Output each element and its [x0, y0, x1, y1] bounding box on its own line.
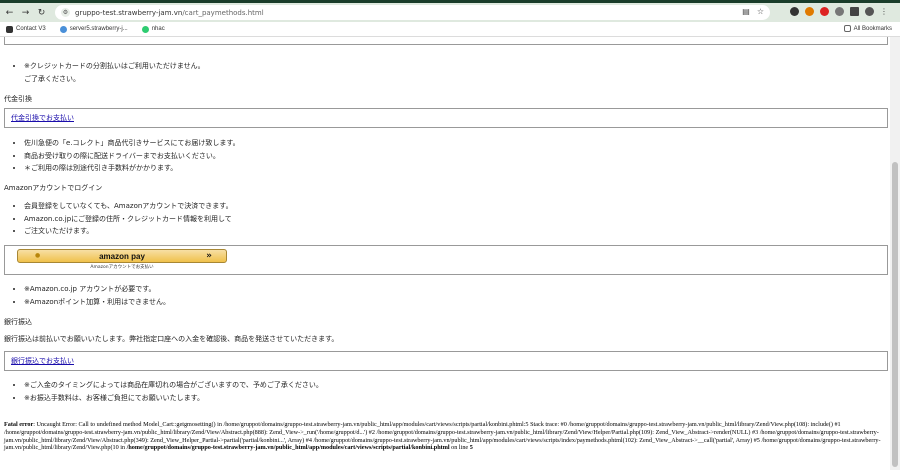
address-bar[interactable]: ⚙ gruppo-test.strawberry-jam.vn/cart_pay… [55, 5, 770, 20]
cod-box: 代金引換でお支払い [4, 108, 888, 128]
amazon-pay-caption: Amazonアカウントでお支払い [90, 265, 154, 270]
list-item: ※クレジットカードの分割払いはご利用いただけません。ご了承ください。 [24, 60, 205, 85]
lock-icon: ● [35, 252, 41, 259]
bookmark-item[interactable]: Contact V3 [6, 25, 46, 33]
list-item: ※お振込手数料は、お客様ご負担にてお願いいたします。 [24, 392, 323, 405]
extension-icon[interactable] [790, 7, 799, 16]
translate-icon[interactable]: ▤ [742, 7, 750, 16]
credit-notes-list: ※クレジットカードの分割払いはご利用いただけません。ご了承ください。 [24, 60, 205, 85]
browser-toolbar: ← → ↻ ⚙ gruppo-test.strawberry-jam.vn/ca… [0, 3, 900, 22]
extensions-puzzle-icon[interactable] [835, 7, 844, 16]
list-item: ＊ご利用の際は別途代引き手数料がかかります。 [24, 162, 240, 175]
extension-icon[interactable] [805, 7, 814, 16]
error-file: /home/gruppot/domains/gruppo-test.strawb… [126, 444, 450, 452]
list-item: ※ご入金のタイミングによっては商品在庫切れの場合がございますので、予めご了承くだ… [24, 379, 323, 392]
amazon-pay-box: ● amazon pay » Amazonアカウントでお支払い [4, 245, 888, 275]
list-item: ご注文いただけます。 [24, 225, 233, 238]
cod-notes-list: 佐川急便の「e.コレクト」商品代引きサービスにてお届け致します。 商品お受け取り… [24, 137, 240, 175]
error-label: Fatal error [4, 421, 34, 428]
list-item: 会員登録をしていなくても、Amazonアカウントで決済できます。 [24, 200, 233, 213]
list-item: Amazon.co.jpにご登録の住所・クレジットカード情報を利用して [24, 213, 233, 226]
bank-description: 銀行振込は前払いでお願いいたします。弊社指定口座への入金を確認後、商品を発送させ… [4, 335, 339, 343]
all-bookmarks-button[interactable]: All Bookmarks [843, 25, 892, 32]
cod-pay-link[interactable]: 代金引換でお支払い [11, 114, 74, 122]
bank-notes-list: ※ご入金のタイミングによっては商品在庫切れの場合がございますので、予めご了承くだ… [24, 379, 323, 404]
forward-icon[interactable]: → [19, 6, 32, 19]
home-icon [6, 25, 13, 33]
credit-payment-box [4, 37, 888, 45]
list-item: 佐川急便の「e.コレクト」商品代引きサービスにてお届け致します。 [24, 137, 240, 150]
amazon-heading: Amazonアカウントでログイン [4, 184, 103, 192]
php-fatal-error: Fatal error: Uncaught Error: Call to und… [4, 421, 881, 452]
reload-icon[interactable]: ↻ [35, 6, 48, 19]
page-scrollbar[interactable] [890, 37, 900, 470]
folder-icon [843, 25, 851, 32]
error-line: 5 [469, 444, 473, 452]
back-icon[interactable]: ← [3, 6, 16, 19]
bookmark-star-icon[interactable]: ☆ [757, 7, 764, 16]
site-info-icon[interactable]: ⚙ [61, 8, 70, 17]
music-icon [141, 25, 149, 33]
url-text: gruppo-test.strawberry-jam.vn/cart_payme… [75, 8, 264, 17]
amazon-pay-button[interactable]: ● amazon pay » [17, 249, 227, 263]
globe-icon [59, 25, 67, 33]
bank-box: 銀行振込でお支払い [4, 351, 888, 371]
side-panel-icon[interactable] [850, 7, 859, 16]
cod-heading: 代金引換 [4, 95, 32, 103]
bank-heading: 銀行振込 [4, 318, 32, 326]
bank-pay-link[interactable]: 銀行振込でお支払い [11, 357, 74, 365]
list-item: ※Amazon.co.jp アカウントが必要です。 [24, 283, 170, 296]
amazon-after-notes-list: ※Amazon.co.jp アカウントが必要です。 ※Amazonポイント加算・… [24, 283, 170, 308]
scrollbar-thumb[interactable] [892, 162, 898, 467]
page-content: ※クレジットカードの分割払いはご利用いただけません。ご了承ください。 代金引換 … [0, 37, 890, 470]
bookmarks-bar: Contact V3 server5.strawberry-j... nhac … [0, 22, 900, 37]
bookmark-item[interactable]: nhac [141, 25, 165, 33]
list-item: ※Amazonポイント加算・利用はできません。 [24, 296, 170, 309]
profile-avatar[interactable] [865, 7, 874, 16]
amazon-pay-logo: amazon pay [99, 251, 145, 261]
amazon-notes-list: 会員登録をしていなくても、Amazonアカウントで決済できます。 Amazon.… [24, 200, 233, 238]
bookmark-item[interactable]: server5.strawberry-j... [59, 25, 128, 33]
list-item: 商品お受け取りの際に配送ドライバーまでお支払いください。 [24, 150, 240, 163]
extension-icon[interactable] [820, 7, 829, 16]
chevron-right-icon: » [206, 251, 212, 261]
menu-kebab-icon[interactable]: ⋮ [880, 7, 888, 16]
